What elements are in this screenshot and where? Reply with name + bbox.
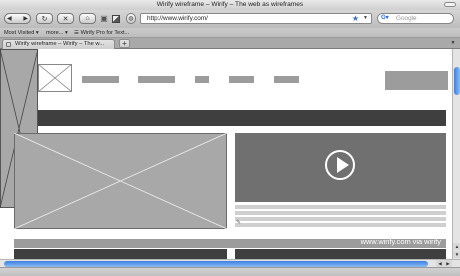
back-forward-control[interactable]: ◀ ▶ bbox=[4, 13, 31, 24]
content-block-placeholder bbox=[14, 249, 227, 259]
nav-link-placeholder[interactable] bbox=[274, 76, 299, 83]
window-titlebar: Wirify wireframe – Wirify – The web as w… bbox=[0, 0, 460, 10]
text-line-placeholder bbox=[235, 223, 446, 227]
tab-bar: Wirify wireframe – Wirify – The w... + ▼ bbox=[0, 38, 460, 49]
header-button-placeholder[interactable] bbox=[385, 71, 448, 90]
search-input[interactable]: G▾ Google bbox=[377, 13, 454, 24]
back-arrow-icon[interactable]: ◀ bbox=[7, 15, 12, 22]
nav-link-placeholder[interactable] bbox=[229, 76, 254, 83]
hero-image-placeholder bbox=[14, 133, 227, 229]
address-bar[interactable]: http://www.wirify.com/ ★ ▼ bbox=[140, 13, 372, 24]
home-button[interactable]: ⌂ bbox=[79, 13, 96, 24]
logo-image-placeholder bbox=[38, 64, 72, 92]
stop-icon: ✕ bbox=[62, 15, 69, 23]
page-content: ✎ www.wirify.com via wirify bbox=[0, 49, 452, 259]
bookmark-star-icon[interactable]: ★ bbox=[352, 14, 359, 23]
bookmark-more[interactable]: more... ▾ bbox=[46, 28, 68, 38]
tab-list-menu-icon[interactable]: ▼ bbox=[448, 39, 458, 48]
text-line-placeholder bbox=[235, 211, 446, 215]
new-tab-button[interactable]: + bbox=[119, 39, 130, 48]
wirify-watermark[interactable]: www.wirify.com via wirify bbox=[346, 237, 441, 247]
content-block-placeholder bbox=[235, 249, 446, 259]
scroll-down-arrow-icon[interactable]: ▼ bbox=[453, 251, 460, 258]
status-bar bbox=[0, 267, 460, 276]
reload-button[interactable]: ↻ bbox=[36, 13, 53, 24]
site-identity-button[interactable]: ◍ bbox=[126, 13, 136, 24]
navigation-toolbar: ◀ ▶ ↻ ✕ ⌂ ▣ ◍ http://www.wirify.com/ ★ ▼… bbox=[0, 10, 460, 28]
forward-arrow-icon[interactable]: ▶ bbox=[23, 15, 28, 22]
stop-button[interactable]: ✕ bbox=[57, 13, 74, 24]
window-title: Wirify wireframe – Wirify – The web as w… bbox=[156, 1, 304, 8]
bookmarks-bar: Most Visited ▾ more... ▾ ☰ Wirify Pro fo… bbox=[0, 28, 460, 38]
wirify-cube-icon bbox=[111, 14, 120, 23]
home-icon: ⌂ bbox=[85, 15, 90, 22]
tab-wirify[interactable]: Wirify wireframe – Wirify – The w... bbox=[2, 39, 115, 49]
horizontal-scrollbar[interactable]: ◀ ▶ bbox=[0, 259, 460, 268]
text-line-placeholder bbox=[235, 217, 446, 221]
globe-icon: ◍ bbox=[128, 16, 134, 22]
url-text[interactable]: http://www.wirify.com/ bbox=[147, 15, 208, 22]
play-icon[interactable] bbox=[337, 157, 349, 173]
nav-link-placeholder[interactable] bbox=[138, 76, 175, 83]
text-cursor-icon: ✎ bbox=[236, 220, 242, 226]
wirify-extension-button[interactable] bbox=[111, 13, 120, 24]
vertical-scrollbar[interactable]: ▲ ▼ bbox=[452, 49, 460, 259]
padlock-icon[interactable]: ▣ bbox=[100, 13, 108, 24]
bookmark-most-visited[interactable]: Most Visited ▾ bbox=[4, 28, 39, 38]
google-search-engine-icon[interactable]: G▾ bbox=[381, 15, 393, 22]
section-band-placeholder bbox=[0, 110, 446, 126]
bookmark-wirify-pro[interactable]: ☰ Wirify Pro for Text... bbox=[74, 28, 129, 38]
scroll-up-arrow-icon[interactable]: ▲ bbox=[453, 243, 460, 250]
reload-icon: ↻ bbox=[41, 15, 48, 23]
page-favicon-icon bbox=[6, 42, 11, 47]
search-placeholder: Google bbox=[396, 15, 417, 22]
nav-link-placeholder[interactable] bbox=[82, 76, 119, 83]
text-line-placeholder bbox=[235, 205, 446, 209]
tab-label: Wirify wireframe – Wirify – The w... bbox=[15, 41, 105, 47]
vertical-scroll-thumb[interactable] bbox=[454, 67, 460, 95]
nav-link-placeholder[interactable] bbox=[195, 76, 209, 83]
history-dropdown-icon[interactable]: ▼ bbox=[363, 14, 368, 23]
toolbar-toggle-button[interactable] bbox=[444, 2, 456, 7]
